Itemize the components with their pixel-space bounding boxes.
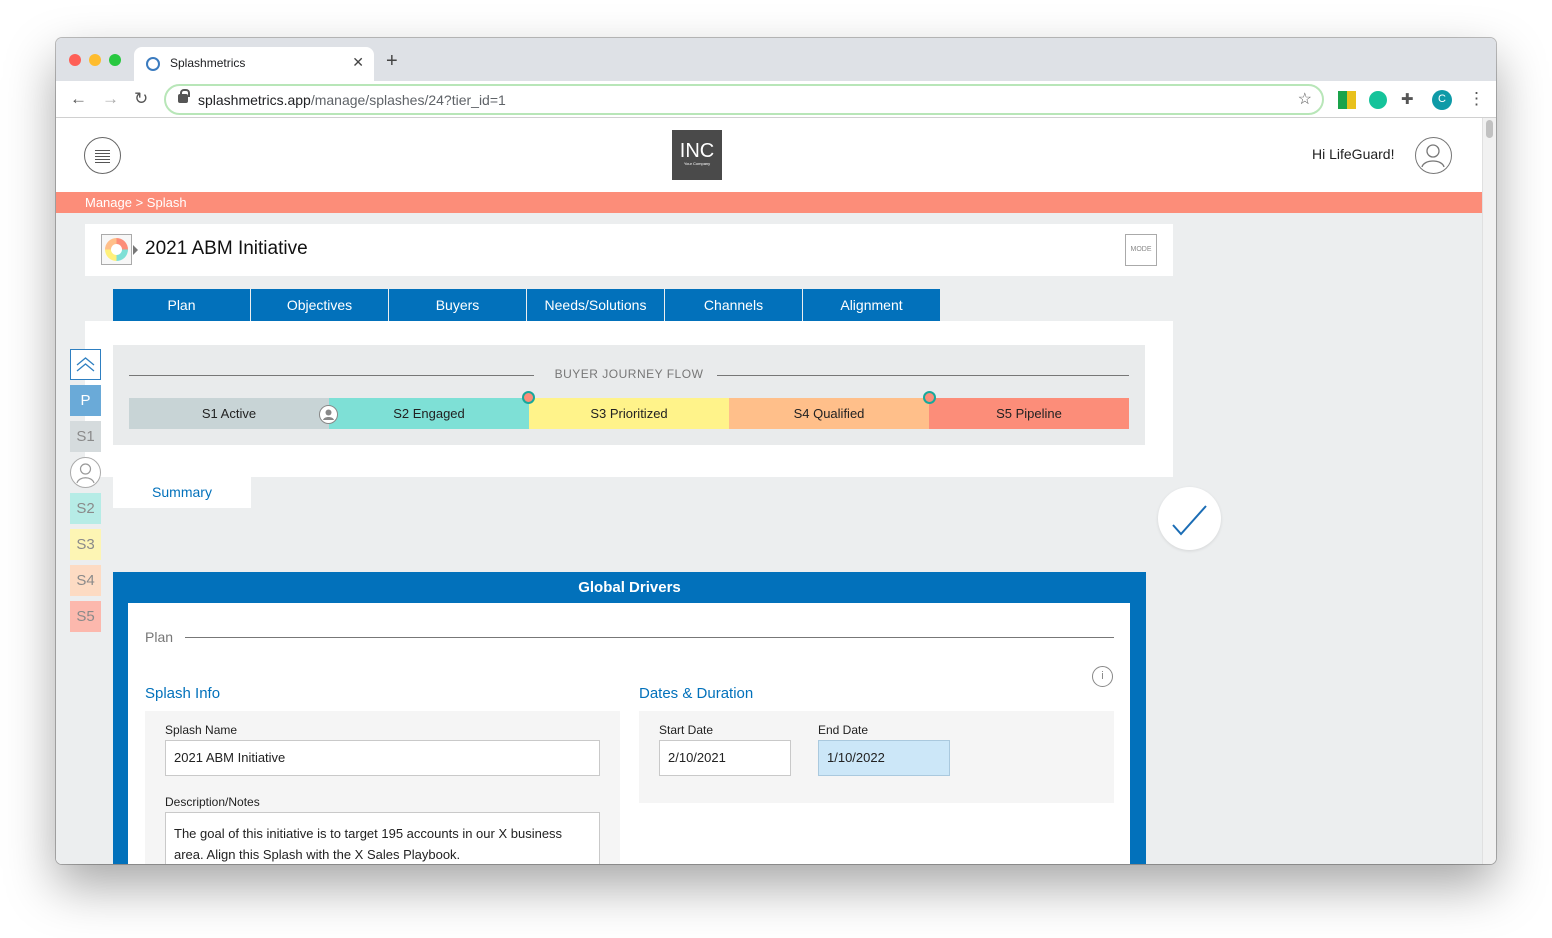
lock-icon — [178, 89, 190, 103]
extension-icon[interactable] — [1338, 91, 1356, 109]
sidebar-item-s5[interactable]: S5 — [70, 601, 101, 632]
person-icon — [319, 405, 338, 424]
page-title: 2021 ABM Initiative — [145, 238, 308, 259]
summary-tab-row — [103, 477, 1161, 540]
page-scrollbar[interactable] — [1482, 118, 1496, 864]
stage-label: S1 Active — [201, 406, 257, 421]
end-date-label: End Date — [818, 723, 869, 737]
page-content: INC Your Company Hi LifeGuard! Manage > … — [56, 118, 1482, 864]
stage-label: S4 Qualified — [793, 406, 865, 421]
stage-s5[interactable]: S5 Pipeline — [929, 398, 1129, 429]
close-window-button[interactable] — [69, 54, 81, 66]
description-label: Description/Notes — [165, 795, 260, 809]
sidebar-person-icon[interactable] — [70, 457, 101, 488]
minimize-window-button[interactable] — [89, 54, 101, 66]
splash-name-field[interactable]: 2021 ABM Initiative — [165, 740, 600, 776]
global-drivers-title: Global Drivers — [578, 579, 681, 596]
sidebar-item-s4[interactable]: S4 — [70, 565, 101, 596]
url-domain: splashmetrics.app — [198, 92, 311, 108]
global-drivers-body: Plan i Splash Info Splash Name 2021 ABM … — [128, 603, 1130, 864]
sidebar-item-s1[interactable]: S1 — [70, 421, 101, 452]
tab-plan[interactable]: Plan — [113, 289, 250, 321]
info-icon[interactable]: i — [1092, 666, 1113, 687]
mode-button[interactable]: MODE — [1125, 234, 1157, 266]
kebab-menu-icon[interactable]: ⋮ — [1468, 89, 1485, 109]
buyer-journey-flow: BUYER JOURNEY FLOW S1 Active S2 Engaged … — [113, 345, 1145, 445]
reload-icon[interactable]: ↻ — [134, 89, 148, 109]
stage-label: S2 Engaged — [393, 406, 465, 421]
stage-s4[interactable]: S4 Qualified — [729, 398, 929, 429]
splash-info-title: Splash Info — [145, 685, 221, 702]
tab-alignment[interactable]: Alignment — [803, 289, 940, 321]
journey-marker-icon[interactable] — [522, 391, 535, 404]
stage-s3[interactable]: S3 Prioritized — [529, 398, 729, 429]
tab-summary[interactable]: Summary — [113, 477, 251, 508]
grammarly-icon[interactable] — [1369, 91, 1387, 109]
save-check-button[interactable] — [1158, 487, 1221, 550]
start-date-label: Start Date — [659, 723, 714, 737]
address-bar[interactable]: splashmetrics.app/manage/splashes/24?tie… — [164, 84, 1324, 115]
tab-buyers[interactable]: Buyers — [389, 289, 526, 321]
new-tab-button[interactable]: + — [386, 51, 398, 71]
tab-needs-solutions[interactable]: Needs/Solutions — [527, 289, 664, 321]
back-arrow-icon[interactable]: ← — [70, 89, 87, 109]
bookmark-star-icon[interactable]: ☆ — [1298, 89, 1312, 109]
splash-lifebuoy-icon[interactable] — [101, 234, 132, 265]
sidebar-item-s2[interactable]: S2 — [70, 493, 101, 524]
maximize-window-button[interactable] — [109, 54, 121, 66]
stage-s2[interactable]: S2 Engaged — [329, 398, 529, 429]
user-avatar-icon[interactable] — [1415, 137, 1452, 174]
tab-channels[interactable]: Channels — [665, 289, 802, 321]
user-greeting: Hi LifeGuard! — [1312, 146, 1395, 162]
url-path: /manage/splashes/24?tier_id=1 — [310, 92, 506, 108]
stage-s1[interactable]: S1 Active — [129, 398, 329, 429]
browser-toolbar: ← → ↻ splashmetrics.app/manage/splashes/… — [56, 81, 1496, 118]
tab-strip: Splashmetrics ✕ + — [56, 38, 1496, 81]
favicon-icon — [146, 57, 160, 71]
splash-info-panel: Splash Name 2021 ABM Initiative Descript… — [145, 711, 620, 864]
sidebar-item-p[interactable]: P — [70, 385, 101, 416]
scrollbar-thumb[interactable] — [1486, 120, 1493, 138]
sidebar-item-s3[interactable]: S3 — [70, 529, 101, 560]
caret-right-icon — [133, 245, 138, 255]
url-text: splashmetrics.app/manage/splashes/24?tie… — [198, 92, 506, 108]
tab-objectives[interactable]: Objectives — [251, 289, 388, 321]
browser-window: Splashmetrics ✕ + ← → ↻ splashmetrics.ap… — [56, 38, 1496, 864]
browser-tab[interactable]: Splashmetrics ✕ — [134, 47, 374, 81]
splash-name-label: Splash Name — [165, 723, 238, 737]
logo-text: INC — [679, 140, 715, 162]
plan-section-label: Plan — [145, 629, 174, 645]
end-date-field[interactable]: 1/10/2022 — [818, 740, 950, 776]
checkmark-icon — [1172, 505, 1207, 536]
profile-avatar[interactable]: C — [1432, 90, 1452, 110]
puzzle-extensions-icon[interactable]: ✚ — [1401, 91, 1419, 109]
chevron-up-icon — [76, 357, 95, 372]
plan-divider — [185, 637, 1114, 638]
tab-close-icon[interactable]: ✕ — [352, 54, 364, 71]
breadcrumb[interactable]: Manage > Splash — [56, 192, 1482, 213]
journey-marker-icon[interactable] — [923, 391, 936, 404]
stage-label: S3 Prioritized — [590, 406, 668, 421]
global-drivers-panel: Global Drivers Plan i Splash Info Splash… — [113, 572, 1146, 864]
dates-duration-title: Dates & Duration — [639, 685, 754, 702]
stage-label: S5 Pipeline — [996, 406, 1062, 421]
company-logo: INC Your Company — [672, 130, 722, 180]
description-field[interactable]: The goal of this initiative is to target… — [165, 812, 600, 864]
collapse-up-button[interactable] — [70, 349, 101, 380]
forward-arrow-icon[interactable]: → — [102, 89, 119, 109]
dates-panel: Start Date 2/10/2021 End Date 1/10/2022 — [639, 711, 1114, 803]
journey-title: BUYER JOURNEY FLOW — [554, 367, 704, 381]
tab-title: Splashmetrics — [170, 56, 246, 70]
splash-title-card: 2021 ABM Initiative MODE — [85, 224, 1173, 276]
start-date-field[interactable]: 2/10/2021 — [659, 740, 791, 776]
hamburger-menu-button[interactable] — [84, 137, 121, 174]
